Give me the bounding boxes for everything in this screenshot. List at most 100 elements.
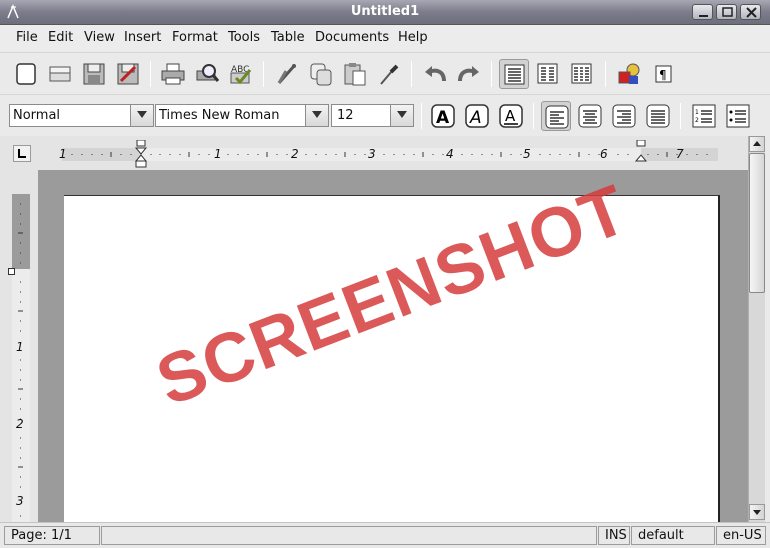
new-document-button[interactable]	[11, 59, 41, 89]
align-center-button[interactable]	[575, 101, 605, 131]
font-family-value: Times New Roman	[159, 108, 280, 123]
undo-button[interactable]	[420, 59, 450, 89]
tab-stop-selector[interactable]	[13, 145, 31, 162]
bold-button[interactable]: A	[428, 101, 458, 131]
paste-icon	[344, 63, 366, 86]
justify-button[interactable]	[643, 101, 673, 131]
copy-button[interactable]	[306, 59, 336, 89]
spellcheck-icon: ABC	[230, 65, 252, 85]
print-button[interactable]	[158, 59, 188, 89]
two-columns-button[interactable]	[533, 59, 563, 89]
vertical-scrollbar[interactable]	[748, 136, 765, 522]
font-family-select[interactable]: Times New Roman	[155, 104, 329, 127]
open-button[interactable]	[45, 59, 75, 89]
save-button[interactable]	[79, 59, 109, 89]
svg-text:A: A	[469, 108, 482, 128]
top-margin-marker[interactable]	[8, 268, 15, 275]
status-bar: Page: 1/1 INS default en-US	[0, 522, 770, 548]
save-as-button[interactable]	[113, 59, 143, 89]
left-indent-marker[interactable]	[133, 140, 149, 168]
save-as-icon	[117, 63, 139, 85]
italic-button[interactable]: A	[462, 101, 492, 131]
menu-view[interactable]: View	[84, 30, 115, 45]
toolbar-separator	[533, 103, 534, 129]
three-columns-icon	[571, 63, 592, 84]
scrollbar-thumb[interactable]	[749, 153, 765, 293]
justify-icon	[646, 104, 670, 128]
undo-icon	[425, 66, 446, 82]
underline-button[interactable]: A	[496, 101, 526, 131]
underline-icon: A	[499, 104, 523, 128]
align-right-icon	[612, 104, 636, 128]
right-indent-marker[interactable]	[633, 140, 649, 164]
maximize-button[interactable]	[716, 4, 737, 20]
menu-table[interactable]: Table	[271, 30, 305, 45]
insert-mode-indicator[interactable]: INS	[598, 526, 630, 545]
menu-documents[interactable]: Documents	[315, 30, 389, 45]
scissors-icon	[277, 64, 296, 84]
language-indicator[interactable]: en-US	[716, 526, 766, 545]
open-icon	[49, 66, 71, 82]
menu-help[interactable]: Help	[398, 30, 428, 45]
vertical-ruler-label: 2	[16, 417, 24, 431]
redo-icon	[458, 66, 479, 82]
menu-format[interactable]: Format	[172, 30, 218, 45]
toolbar-separator	[411, 61, 412, 87]
vertical-ruler-ticks	[18, 203, 23, 517]
menu-tools[interactable]: Tools	[228, 30, 260, 45]
new-document-icon	[16, 63, 36, 85]
align-right-button[interactable]	[609, 101, 639, 131]
one-column-button[interactable]	[499, 59, 529, 89]
ruler-label: 3	[368, 147, 376, 161]
toolbar-separator	[421, 103, 422, 129]
numbered-list-button[interactable]: 12	[689, 101, 719, 131]
copy-icon	[310, 63, 332, 86]
page-indicator: Page: 1/1	[4, 526, 100, 545]
left-tab-icon	[18, 149, 26, 158]
format-painter-button[interactable]	[374, 59, 404, 89]
align-center-icon	[578, 104, 602, 128]
insert-image-button[interactable]	[614, 59, 644, 89]
chevron-down-icon[interactable]	[130, 105, 153, 126]
scroll-up-button[interactable]	[749, 136, 765, 152]
svg-text:¶: ¶	[659, 68, 667, 82]
printer-icon	[161, 63, 185, 85]
scroll-down-button[interactable]	[749, 504, 765, 520]
align-left-button[interactable]	[541, 101, 571, 131]
paste-button[interactable]	[340, 59, 370, 89]
ruler-label: 4	[446, 147, 454, 161]
chevron-down-icon[interactable]	[305, 105, 328, 126]
show-formatting-marks-button[interactable]: ¶	[648, 59, 678, 89]
redo-button[interactable]	[454, 59, 484, 89]
ruler-label: 5	[523, 147, 531, 161]
horizontal-ruler[interactable]: 1 1 2 3 4 5 6 7	[59, 147, 718, 161]
arrow-down-icon	[753, 510, 761, 515]
spellcheck-button[interactable]: ABC	[226, 59, 256, 89]
vertical-ruler[interactable]: 1 2 3	[12, 194, 30, 524]
toolbar-separator	[680, 103, 681, 129]
title-bar: Untitled1	[0, 0, 770, 25]
menu-insert[interactable]: Insert	[124, 30, 161, 45]
close-button[interactable]	[740, 4, 761, 20]
eyedropper-icon	[380, 64, 399, 85]
three-columns-button[interactable]	[567, 59, 597, 89]
print-preview-button[interactable]	[192, 59, 222, 89]
cut-button[interactable]	[272, 59, 302, 89]
svg-text:A: A	[505, 107, 516, 125]
toolbar-separator	[605, 61, 606, 87]
menu-edit[interactable]: Edit	[48, 30, 73, 45]
toolbar-separator	[150, 61, 151, 87]
minimize-button[interactable]	[692, 4, 713, 20]
style-indicator: default	[631, 526, 715, 545]
pilcrow-icon: ¶	[655, 65, 672, 83]
print-preview-icon	[196, 64, 220, 82]
bullet-list-button[interactable]	[723, 101, 753, 131]
toolbar-separator	[491, 61, 492, 87]
menu-file[interactable]: File	[16, 30, 38, 45]
ruler-label: 6	[600, 147, 608, 161]
chevron-down-icon[interactable]	[390, 105, 413, 126]
ruler-label: 2	[291, 147, 299, 161]
vertical-ruler-label: 1	[16, 340, 24, 354]
paragraph-style-select[interactable]: Normal	[9, 104, 154, 127]
font-size-select[interactable]: 12	[331, 104, 414, 127]
